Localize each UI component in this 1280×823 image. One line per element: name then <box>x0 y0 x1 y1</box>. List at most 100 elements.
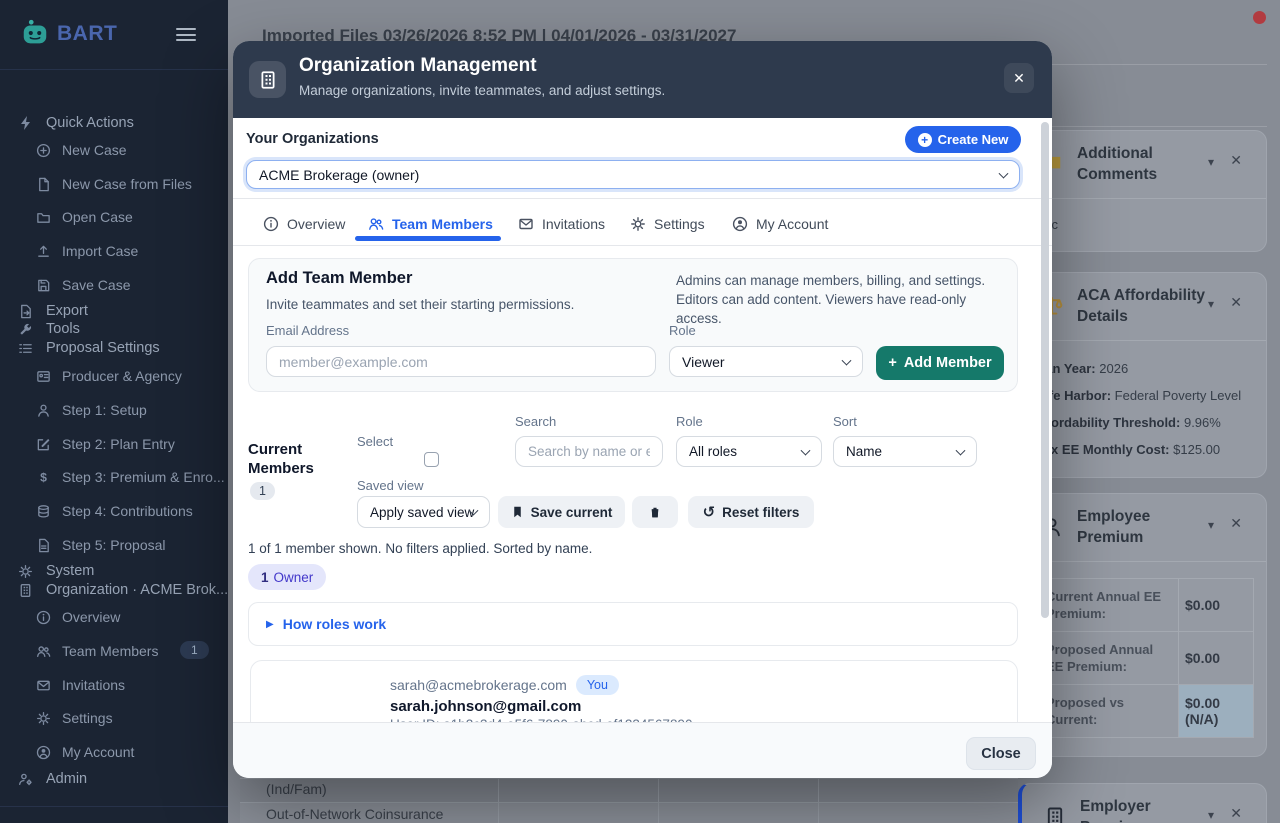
sidebar-item-invitations[interactable]: Invitations <box>0 674 228 696</box>
tab-settings[interactable]: Settings <box>630 211 705 237</box>
info-icon <box>263 216 279 232</box>
tab-my-account[interactable]: My Account <box>732 211 828 237</box>
table-row: Current Annual EE Premium: $0.00 <box>1032 579 1253 632</box>
gear-icon <box>18 563 34 579</box>
employee-premium-table: Current Annual EE Premium: $0.00 Propose… <box>1031 578 1254 738</box>
sidebar-item-producer-agency[interactable]: Producer & Agency <box>0 365 228 387</box>
sidebar-item-admin[interactable]: Admin <box>0 768 228 790</box>
close-panel-icon[interactable]: ✕ <box>1230 515 1242 532</box>
owner-count-badge: 1Owner <box>248 564 326 590</box>
sidebar-logo-row: BART <box>0 0 228 70</box>
panel-employer-premium: Employer Premium ▾ ✕ <box>1018 783 1267 823</box>
collapse-panel-icon[interactable]: ▾ <box>1208 518 1214 532</box>
aca-field: Max EE Monthly Cost: $125.00 <box>1019 436 1266 463</box>
building-icon <box>249 61 286 98</box>
member-email-input[interactable] <box>266 346 656 377</box>
sidebar-item-open-case[interactable]: Open Case <box>0 206 228 228</box>
bookmark-icon <box>511 505 524 519</box>
gear-icon <box>36 710 52 726</box>
document-icon <box>36 537 52 553</box>
sort-select[interactable]: Name <box>833 436 977 467</box>
role-label: Role <box>669 323 696 338</box>
sidebar-item-new-case[interactable]: New Case <box>0 139 228 161</box>
person-icon <box>36 402 52 418</box>
panel-aca-affordability: ACA Affordability Details ▾ ✕ Plan Year:… <box>1018 272 1267 478</box>
sidebar-item-step-4-contributions[interactable]: Step 4: Contributions <box>0 500 228 522</box>
chevron-down-icon <box>956 445 966 455</box>
close-button[interactable]: Close <box>966 737 1036 770</box>
sidebar-item-step-1-setup[interactable]: Step 1: Setup <box>0 399 228 421</box>
highlighted-value-cell: $0.00 (N/A) <box>1179 685 1253 737</box>
dialog-title: Organization Management <box>299 55 537 77</box>
close-dialog-button[interactable]: ✕ <box>1004 63 1034 93</box>
active-tab-indicator <box>355 236 501 241</box>
sidebar-item-step-2-plan-entry[interactable]: Step 2: Plan Entry <box>0 433 228 455</box>
table-row <box>240 779 1018 802</box>
collapse-panel-icon[interactable]: ▾ <box>1208 808 1214 822</box>
create-new-button[interactable]: + Create New <box>905 126 1021 153</box>
roles-help-text: Admins can manage members, billing, and … <box>676 271 1010 328</box>
envelope-icon <box>518 216 534 232</box>
brand-title: BART <box>57 22 117 46</box>
tab-invitations[interactable]: Invitations <box>518 211 605 237</box>
panel-title: Employee Premium <box>1077 506 1211 548</box>
sidebar-item-organization[interactable]: Organization · ACME Brok... <box>0 579 228 601</box>
tab-team-members[interactable]: Team Members <box>368 211 493 237</box>
wrench-icon <box>18 321 34 337</box>
how-roles-work-disclosure[interactable]: ▶ How roles work <box>248 602 1018 646</box>
member-org-email: sarah@acmebrokerage.com <box>390 677 567 693</box>
sidebar-item-team-members[interactable]: Team Members1 <box>0 640 228 662</box>
role-filter-label: Role <box>676 414 703 429</box>
save-current-button[interactable]: Save current <box>498 496 625 528</box>
apply-saved-view-select[interactable]: Apply saved view <box>357 496 490 528</box>
reset-filters-button[interactable]: ↺ Reset filters <box>688 496 814 528</box>
close-panel-icon[interactable]: ✕ <box>1230 805 1242 822</box>
coins-icon <box>36 503 52 519</box>
table-row-label: Out-of-Network Coinsurance <box>266 806 443 822</box>
select-all-checkbox[interactable] <box>424 452 439 467</box>
member-login-email: sarah.johnson@gmail.com <box>390 698 581 715</box>
sidebar-item-settings[interactable]: Settings <box>0 707 228 729</box>
scrollbar-thumb[interactable] <box>1041 122 1049 618</box>
sidebar-item-quick-actions[interactable]: Quick Actions <box>0 112 228 134</box>
sidebar-item-overview[interactable]: Overview <box>0 606 228 628</box>
trash-icon <box>648 505 662 520</box>
background-plan-table: (Ind/Fam) Out-of-Network Coinsurance <box>240 778 1018 823</box>
sidebar-item-save-case[interactable]: Save Case <box>0 274 228 296</box>
delete-saved-view-button[interactable] <box>632 496 678 528</box>
people-icon <box>368 216 384 232</box>
hamburger-menu-icon[interactable] <box>176 28 196 42</box>
close-panel-icon[interactable]: ✕ <box>1230 294 1242 311</box>
member-search-input[interactable] <box>515 436 663 467</box>
email-address-label: Email Address <box>266 323 349 338</box>
sidebar-item-new-case-from-files[interactable]: New Case from Files <box>0 173 228 195</box>
triangle-right-icon: ▶ <box>266 619 274 630</box>
role-select[interactable]: Viewer <box>669 346 863 377</box>
sidebar-item-step-3-premium-enrollment[interactable]: Step 3: Premium & Enro... <box>0 466 228 488</box>
reset-icon: ↺ <box>703 503 716 521</box>
person-circle-icon <box>732 216 748 232</box>
dialog-footer: Close <box>233 722 1052 778</box>
collapse-panel-icon[interactable]: ▾ <box>1208 155 1214 169</box>
panel-title: ACA Affordability Details <box>1077 285 1211 327</box>
team-members-count-badge: 1 <box>180 641 209 659</box>
sidebar: BART Quick Actions New Case New Case fro… <box>0 0 228 823</box>
select-label: Select <box>357 434 393 449</box>
sidebar-item-proposal-settings[interactable]: Proposal Settings <box>0 337 228 359</box>
close-panel-icon[interactable]: ✕ <box>1230 152 1242 169</box>
tab-overview[interactable]: Overview <box>263 211 345 237</box>
sidebar-item-my-account[interactable]: My Account <box>0 741 228 763</box>
role-filter-select[interactable]: All roles <box>676 436 822 467</box>
panel-employee-premium: Employee Premium ▾ ✕ Current Annual EE P… <box>1018 493 1267 757</box>
sidebar-item-step-5-proposal[interactable]: Step 5: Proposal <box>0 534 228 556</box>
dialog-scrollbar[interactable] <box>1041 120 1049 720</box>
add-member-button[interactable]: + Add Member <box>876 346 1004 380</box>
organization-select[interactable]: ACME Brokerage (owner) <box>246 160 1020 189</box>
folder-icon <box>36 209 52 225</box>
chevron-down-icon <box>801 445 811 455</box>
collapse-panel-icon[interactable]: ▾ <box>1208 297 1214 311</box>
sidebar-item-import-case[interactable]: Import Case <box>0 240 228 262</box>
people-icon <box>36 643 52 659</box>
table-row: Proposed vs Current: $0.00 (N/A) <box>1032 685 1253 737</box>
gear-icon <box>630 216 646 232</box>
